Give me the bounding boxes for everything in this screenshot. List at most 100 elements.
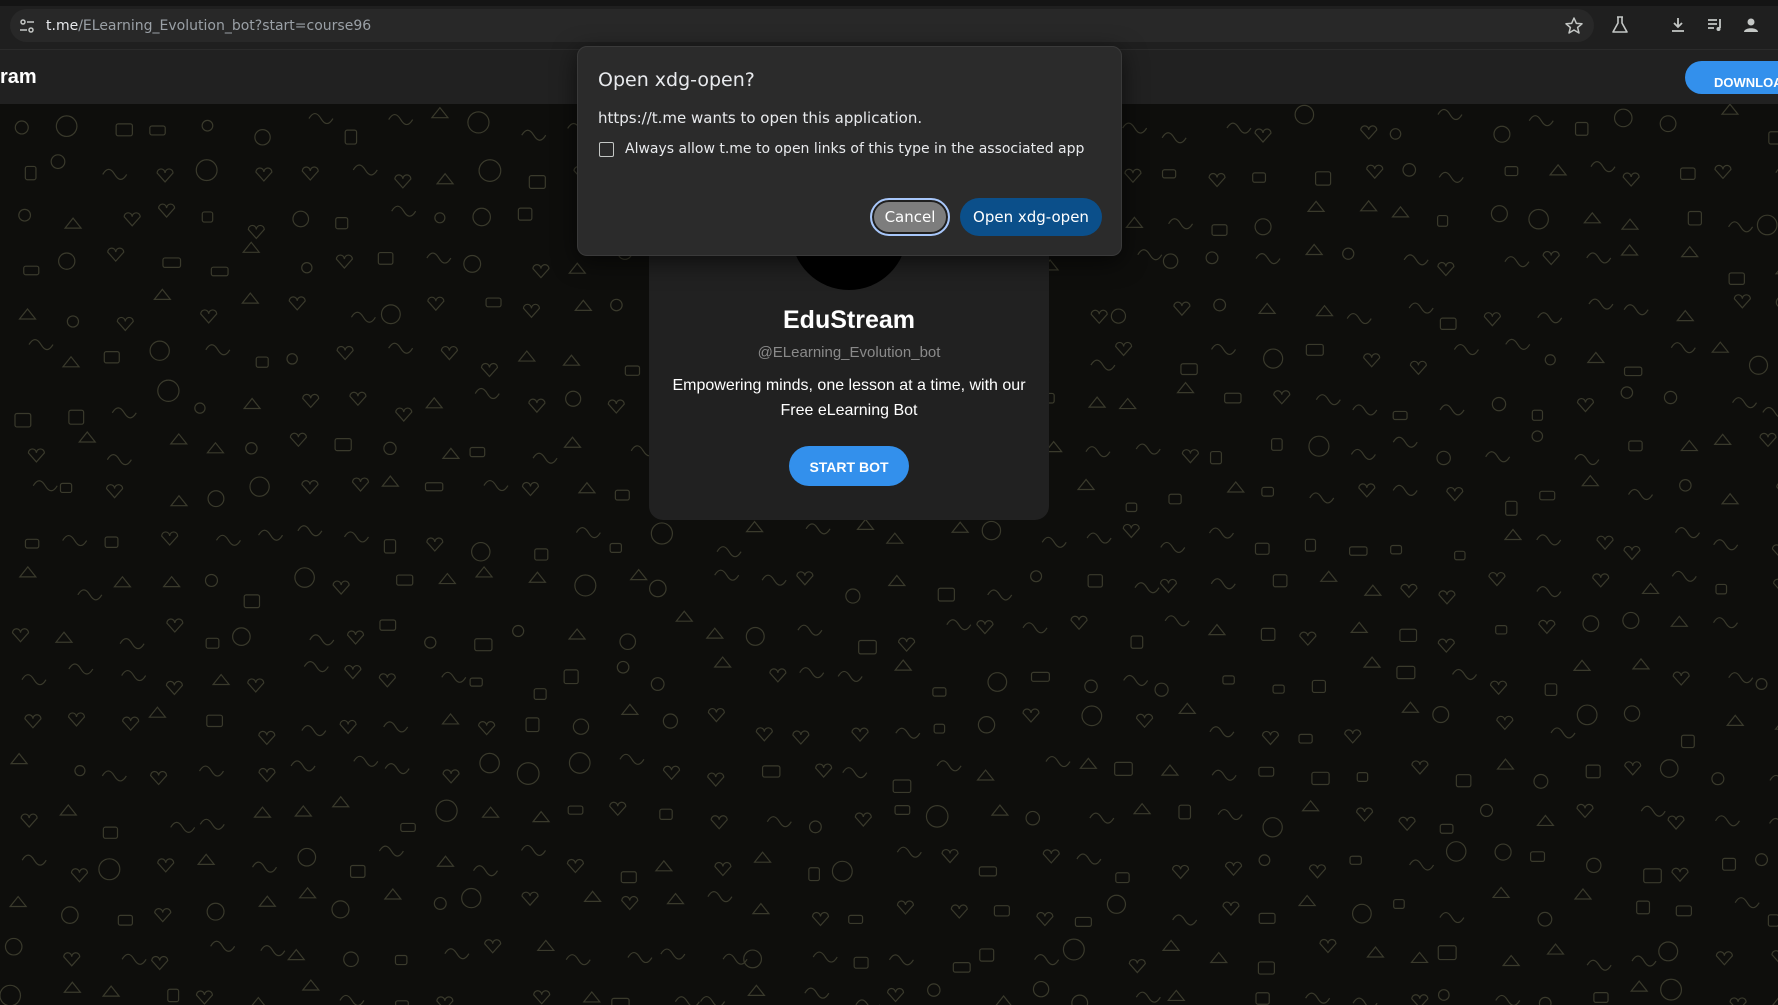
- doodle-shape: [854, 812, 872, 827]
- doodle-shape: [301, 261, 313, 274]
- doodle-shape: [1590, 161, 1616, 173]
- bookmark-star-icon[interactable]: [1564, 16, 1584, 36]
- doodle-shape: [1505, 500, 1518, 516]
- url-host: t.me: [46, 18, 79, 34]
- doodle-shape: [1531, 409, 1544, 421]
- doodle-shape: [435, 799, 458, 822]
- doodle-shape: [1446, 486, 1464, 502]
- doodle-shape: [1032, 980, 1050, 998]
- doodle-shape: [1090, 309, 1108, 325]
- doodle-shape: [1258, 766, 1275, 777]
- download-button[interactable]: DOWNLOAD: [1685, 61, 1778, 94]
- doodle-shape: [153, 288, 172, 300]
- doodle-shape: [987, 672, 1008, 692]
- doodle-shape: [301, 480, 319, 495]
- doodle-shape: [799, 667, 825, 679]
- doodle-shape: [204, 573, 219, 588]
- doodle-shape: [308, 112, 334, 125]
- doodle-shape: [1728, 221, 1754, 233]
- doodle-shape: [349, 391, 367, 407]
- doodle-shape: [102, 826, 119, 839]
- doodle-shape: [62, 534, 88, 547]
- doodle-shape: [995, 995, 1012, 1005]
- site-title[interactable]: ram: [0, 66, 37, 89]
- doodle-shape: [350, 311, 376, 323]
- doodle-shape: [383, 539, 397, 554]
- doodle-shape: [1081, 705, 1103, 727]
- doodle-shape: [1356, 772, 1369, 782]
- profile-icon[interactable]: [1741, 15, 1761, 35]
- doodle-shape: [1493, 125, 1511, 143]
- doodle-shape: [1479, 803, 1494, 818]
- doodle-shape: [700, 995, 726, 1005]
- doodle-shape: [1366, 164, 1384, 180]
- doodle-shape: [1062, 938, 1085, 961]
- doodle-shape: [808, 867, 821, 882]
- doodle-shape: [1768, 131, 1778, 145]
- doodle-shape: [888, 954, 914, 966]
- doodle-shape: [1311, 771, 1330, 786]
- doodle-shape: [1084, 679, 1098, 694]
- doodle-shape: [1734, 897, 1760, 909]
- doodle-shape: [102, 168, 128, 180]
- doodle-shape: [122, 716, 140, 731]
- doodle-shape: [1613, 108, 1633, 128]
- doodle-shape: [433, 896, 447, 910]
- cancel-button[interactable]: Cancel: [870, 198, 950, 236]
- doodle-shape: [1488, 571, 1506, 587]
- doodle-shape: [424, 482, 444, 492]
- doodle-shape: [251, 996, 266, 1005]
- download-icon[interactable]: [1668, 15, 1688, 35]
- doodle-shape: [1134, 582, 1160, 594]
- doodle-shape: [1123, 674, 1149, 687]
- doodle-shape: [435, 172, 455, 185]
- doodle-shape: [925, 804, 949, 828]
- doodle-shape: [11, 628, 30, 643]
- doodle-shape: [255, 356, 269, 368]
- doodle-shape: [1505, 338, 1531, 350]
- doodle-shape: [380, 304, 401, 325]
- always-allow-checkbox[interactable]: [599, 142, 614, 157]
- doodle-shape: [707, 772, 725, 787]
- media-control-icon[interactable]: [1705, 15, 1725, 35]
- doodle-shape: [107, 247, 125, 262]
- doodle-shape: [1769, 774, 1778, 781]
- start-bot-button[interactable]: START BOT: [789, 446, 909, 486]
- doodle-shape: [1314, 171, 1332, 186]
- doodle-shape: [1352, 404, 1378, 416]
- doodle-shape: [950, 904, 968, 919]
- doodle-shape: [937, 587, 955, 602]
- doodle-shape: [301, 979, 321, 991]
- doodle-shape: [149, 125, 166, 136]
- doodle-shape: [1636, 900, 1651, 915]
- doodle-shape: [1714, 815, 1741, 827]
- doodle-shape: [1226, 122, 1252, 134]
- site-info-icon[interactable]: [18, 17, 36, 35]
- doodle-shape: [424, 396, 444, 409]
- doodle-shape: [1670, 342, 1696, 354]
- doodle-shape: [1074, 916, 1092, 927]
- doodle-shape: [751, 902, 771, 915]
- labs-flask-icon[interactable]: [1610, 15, 1630, 35]
- doodle-shape: [1076, 853, 1102, 865]
- doodle-shape: [117, 914, 133, 926]
- doodle-shape: [743, 949, 763, 969]
- url-text[interactable]: t.me/ELearning_Evolution_bot?start=cours…: [46, 18, 371, 34]
- doodle-shape: [1491, 396, 1507, 412]
- doodle-shape: [1483, 312, 1501, 327]
- address-bar[interactable]: t.me/ELearning_Evolution_bot?start=cours…: [10, 9, 1594, 42]
- doodle-shape: [1360, 125, 1378, 140]
- doodle-shape: [1071, 994, 1089, 1005]
- doodle-shape: [979, 948, 995, 962]
- doodle-shape: [301, 166, 319, 181]
- doodle-shape: [620, 703, 640, 715]
- doodle-shape: [1640, 805, 1666, 817]
- open-xdg-open-button[interactable]: Open xdg-open: [960, 198, 1102, 236]
- doodle-shape: [1154, 682, 1169, 697]
- doodle-shape: [436, 996, 454, 1005]
- always-allow-label[interactable]: Always allow t.me to open links of this …: [625, 141, 1084, 157]
- doodle-shape: [332, 580, 350, 595]
- doodle-shape: [1771, 544, 1778, 557]
- doodle-shape: [74, 765, 86, 777]
- doodle-shape: [650, 522, 674, 545]
